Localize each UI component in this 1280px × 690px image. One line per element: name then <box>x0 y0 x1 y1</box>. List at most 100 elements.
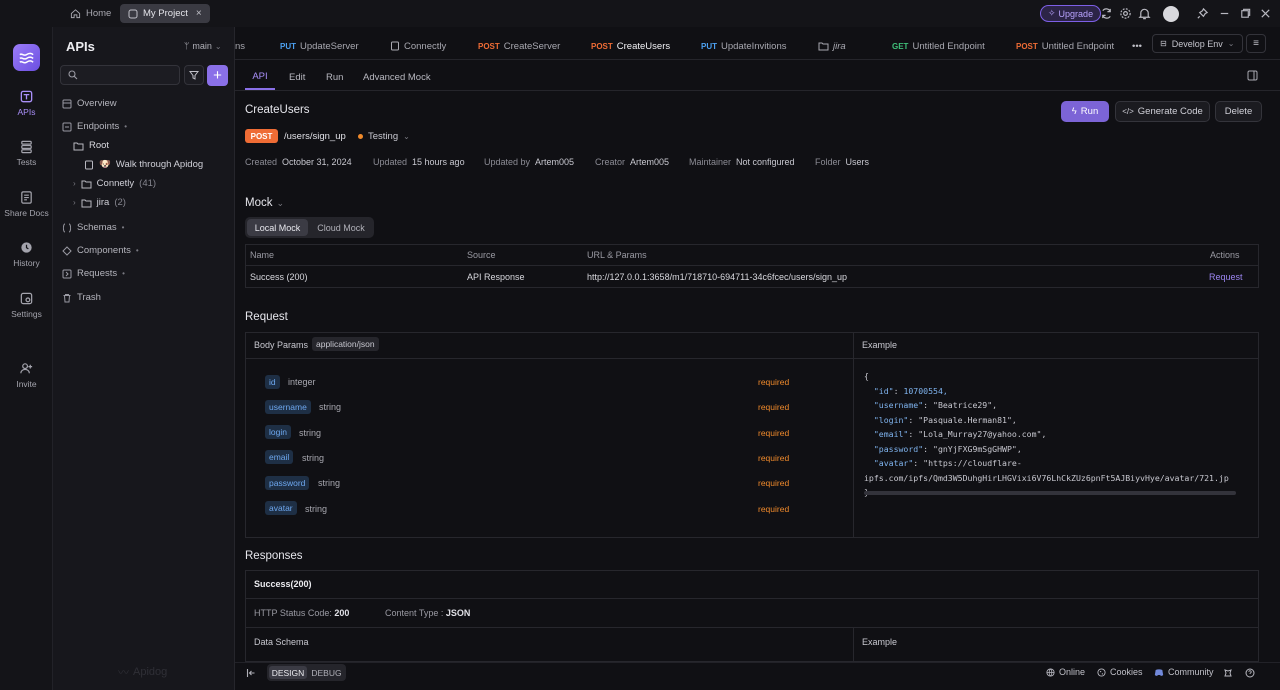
more-icon[interactable]: • <box>124 122 127 131</box>
mock-row-url[interactable]: http://127.0.0.1:3658/m1/718710-694711-3… <box>587 272 847 282</box>
param-password: password <box>265 476 310 490</box>
method-label: POST <box>591 41 613 51</box>
tab-advanced-mock[interactable]: Advanced Mock <box>363 64 431 90</box>
apidog-logo-icon[interactable] <box>13 44 40 71</box>
tab-endpoint-2[interactable]: Connectly <box>390 32 446 60</box>
rail-item-share-docs[interactable]: Share Docs <box>0 190 53 218</box>
generate-code-button[interactable]: </> Generate Code <box>1115 101 1210 122</box>
mock-request-link[interactable]: Request <box>1209 272 1243 282</box>
rail-label: Settings <box>11 309 42 319</box>
rail-item-invite[interactable]: Invite <box>0 361 53 389</box>
more-icon[interactable]: • <box>122 223 125 232</box>
home-tab[interactable]: Home <box>62 4 119 23</box>
mock-section-title[interactable]: Mock ⌄ <box>245 197 284 209</box>
sidebar-search-input[interactable] <box>60 65 180 85</box>
param-required: required <box>758 478 790 488</box>
tab-label: Untitled Endpoint <box>1041 40 1115 52</box>
project-tab[interactable]: My Project × <box>120 4 210 23</box>
more-horizontal-icon: ••• <box>1132 40 1142 52</box>
tree-item-jira[interactable]: › jira (2) <box>73 194 126 211</box>
close-icon[interactable]: × <box>196 8 202 19</box>
restore-icon[interactable] <box>1239 7 1252 20</box>
help-icon[interactable] <box>1245 668 1255 678</box>
bell-icon[interactable] <box>1138 7 1151 20</box>
tree-item-overview[interactable]: Overview <box>62 95 117 112</box>
tab-label: CreateServer <box>503 40 561 52</box>
tab-endpoint-6[interactable]: jira <box>818 32 846 60</box>
tree-item-components[interactable]: Components • <box>62 242 139 259</box>
rail-item-settings[interactable]: Settings <box>0 291 53 319</box>
meta-key: Folder <box>815 157 841 167</box>
code-value: 10700554, <box>903 385 948 396</box>
tree-item-connetly[interactable]: › Connetly (41) <box>73 175 156 192</box>
cookies-label: Cookies <box>1110 667 1143 677</box>
add-button[interactable]: + <box>207 65 228 86</box>
menu-button[interactable]: ≡ <box>1246 34 1266 53</box>
more-icon[interactable]: • <box>136 246 139 255</box>
tab-endpoint-0[interactable]: ns <box>235 32 245 60</box>
branch-selector[interactable]: ᛘ main ⌄ <box>184 41 222 51</box>
avatar[interactable] <box>1163 6 1179 22</box>
tree-item-schemas[interactable]: Schemas • <box>62 219 124 236</box>
rail-item-tests[interactable]: Tests <box>0 139 53 167</box>
tab-endpoint-3[interactable]: POST CreateServer <box>478 32 560 60</box>
rail-item-history[interactable]: History <box>0 240 53 268</box>
local-mock-option[interactable]: Local Mock <box>247 219 308 236</box>
design-mode[interactable]: DESIGN <box>269 666 307 679</box>
cookie-icon <box>1097 667 1106 677</box>
status-selector[interactable]: Testing ⌄ <box>358 131 410 142</box>
content-type-badge[interactable]: application/json <box>312 337 379 351</box>
environment-selector[interactable]: ⊟ Develop Env ⌄ <box>1152 34 1243 53</box>
tree-item-root[interactable]: Root <box>73 137 109 154</box>
tab-endpoint-8[interactable]: POST Untitled Endpoint <box>1016 32 1114 60</box>
tree-item-trash[interactable]: Trash <box>62 289 101 306</box>
tab-endpoint-1[interactable]: PUT UpdateServer <box>280 32 359 60</box>
sync-icon[interactable] <box>1100 7 1113 20</box>
community-button[interactable]: Community <box>1154 667 1214 677</box>
gear-icon[interactable] <box>1119 7 1132 20</box>
feedback-icon[interactable] <box>1223 668 1233 678</box>
online-status[interactable]: Online <box>1046 667 1085 677</box>
delete-button[interactable]: Delete <box>1215 101 1262 122</box>
minimize-icon[interactable] <box>1218 7 1231 20</box>
tab-api[interactable]: API <box>245 64 275 90</box>
chevron-right-icon[interactable]: › <box>73 198 76 207</box>
cookies-button[interactable]: Cookies <box>1097 667 1143 677</box>
chevron-right-icon[interactable]: › <box>73 179 76 188</box>
tree-item-walk-through[interactable]: 🐶 Walk through Apidog <box>84 156 203 173</box>
param-type: string <box>299 428 322 438</box>
upgrade-button[interactable]: ✧ Upgrade <box>1040 5 1102 22</box>
home-icon <box>70 9 81 19</box>
tab-endpoint-5[interactable]: PUT UpdateInvitions <box>701 32 786 60</box>
trash-icon <box>63 293 71 302</box>
tab-edit[interactable]: Edit <box>289 64 305 90</box>
filter-button[interactable] <box>184 65 204 85</box>
code-scrollbar[interactable] <box>864 491 1236 495</box>
divider <box>246 598 1258 599</box>
tree-item-endpoints[interactable]: Endpoints • <box>62 118 127 135</box>
tabs-overflow-button[interactable]: ••• <box>1132 32 1142 60</box>
close-window-icon[interactable] <box>1259 7 1272 20</box>
design-debug-toggle: DESIGN DEBUG <box>267 664 346 681</box>
sidebar: APIs ᛘ main ⌄ + Overview Endpoints • Roo… <box>53 27 235 690</box>
panel-toggle-icon[interactable] <box>1247 70 1258 81</box>
response-tab-success[interactable]: Success(200) <box>254 579 312 589</box>
cloud-mock-option[interactable]: Cloud Mock <box>310 219 372 236</box>
debug-mode[interactable]: DEBUG <box>309 666 344 679</box>
tab-endpoint-7[interactable]: GET Untitled Endpoint <box>892 32 985 60</box>
tab-endpoint-4[interactable]: POST CreateUsers <box>591 32 670 60</box>
env-label: Develop Env <box>1171 38 1223 49</box>
run-button[interactable]: ϟ Run <box>1061 101 1109 122</box>
more-icon[interactable]: • <box>122 269 125 278</box>
pin-icon[interactable] <box>1196 7 1209 20</box>
tab-run[interactable]: Run <box>326 64 343 90</box>
param-id: id <box>265 375 280 389</box>
request-example-code[interactable]: { "id": 10700554, "username": "Beatrice2… <box>864 369 1250 500</box>
project-icon <box>128 9 138 18</box>
doc-icon <box>85 160 93 169</box>
divider <box>853 627 854 663</box>
rail-item-apis[interactable]: APIs <box>0 89 53 117</box>
collapse-left-icon[interactable] <box>246 668 256 678</box>
tab-label: Untitled Endpoint <box>912 40 985 52</box>
tree-item-requests[interactable]: Requests • <box>62 265 125 282</box>
